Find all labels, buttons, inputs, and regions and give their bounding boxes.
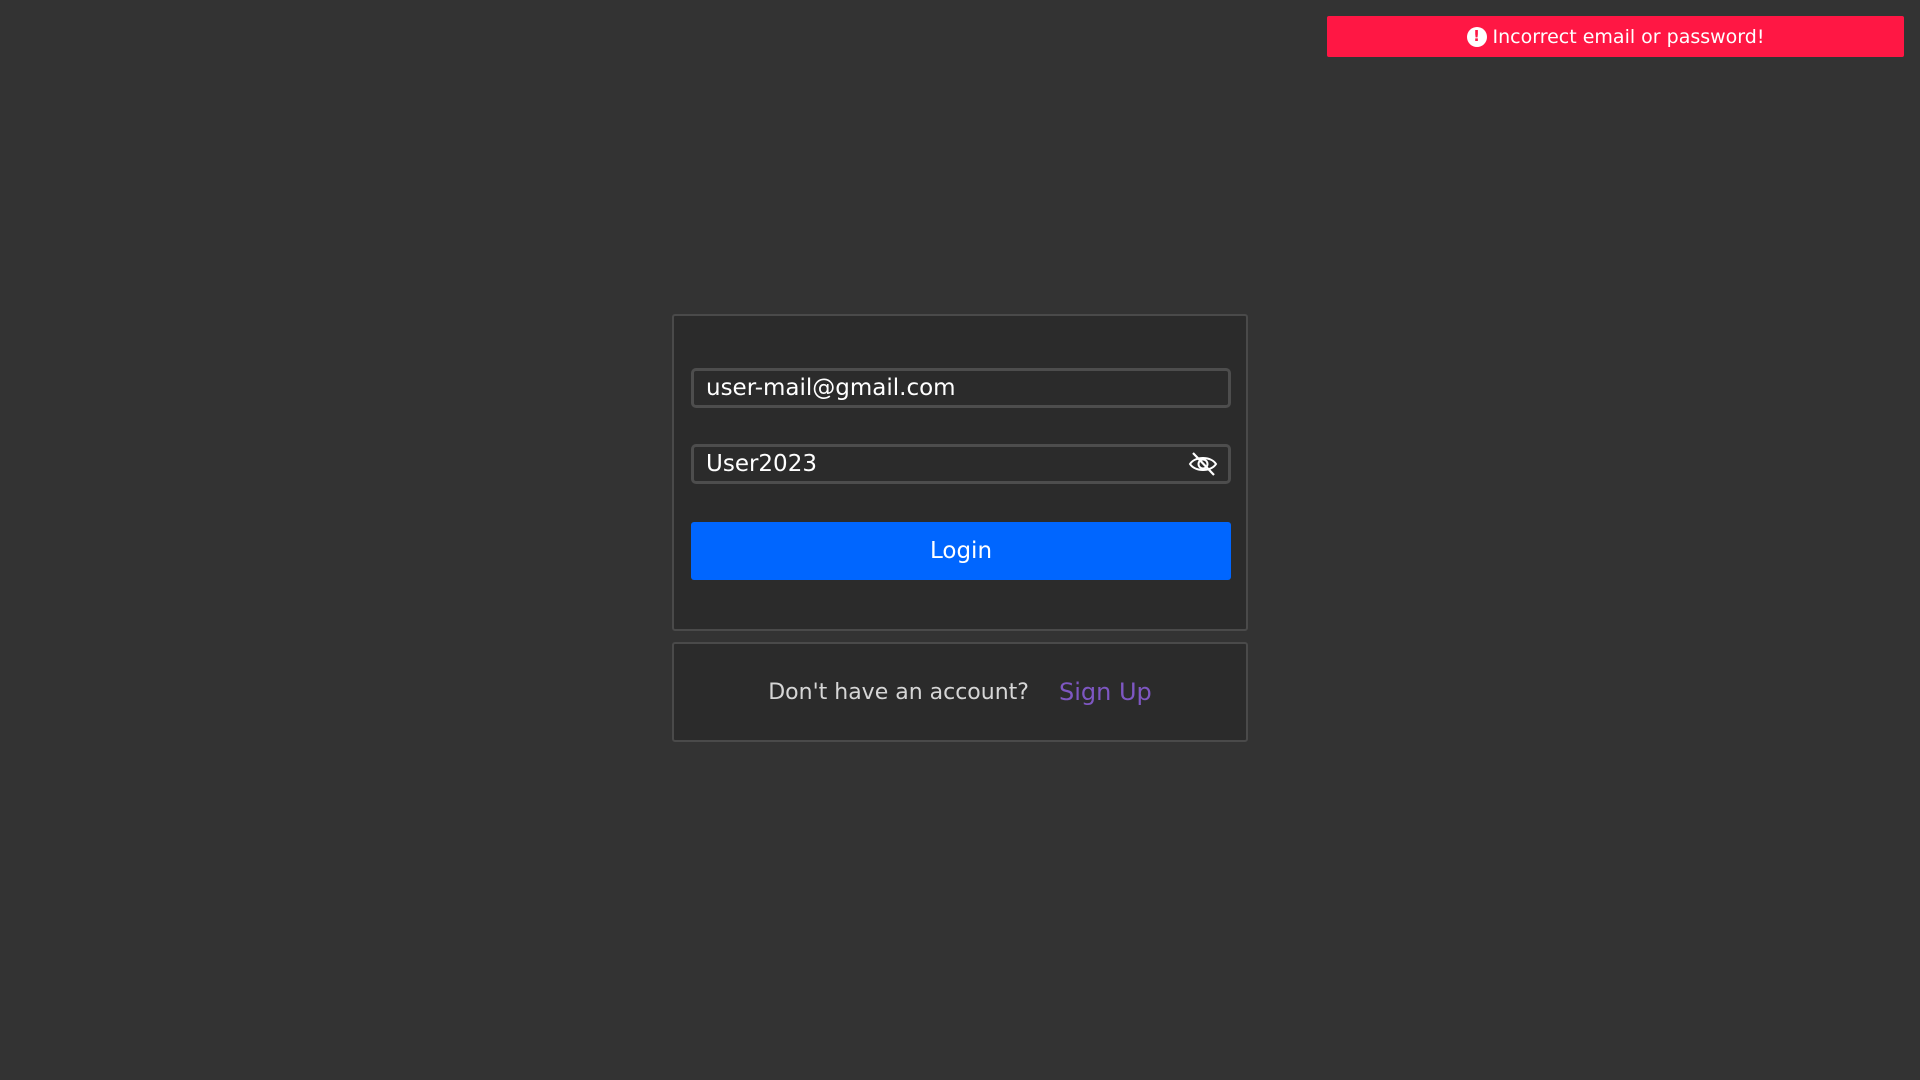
error-toast: ! Incorrect email or password!	[1327, 16, 1904, 57]
signup-card: Don't have an account? Sign Up	[672, 642, 1248, 742]
login-card: Login	[672, 314, 1248, 631]
eye-slash-icon[interactable]	[1186, 450, 1220, 478]
login-button[interactable]: Login	[691, 522, 1231, 580]
alert-circle-icon: !	[1466, 26, 1487, 47]
password-field-wrapper	[691, 444, 1231, 484]
password-field[interactable]	[694, 447, 1228, 481]
login-page: ! Incorrect email or password! Login Don…	[0, 0, 1920, 1080]
email-field[interactable]	[694, 371, 1228, 405]
signup-prompt: Don't have an account?	[768, 679, 1029, 705]
signup-link[interactable]: Sign Up	[1059, 678, 1152, 706]
error-toast-message: Incorrect email or password!	[1492, 25, 1765, 48]
email-field-wrapper	[691, 368, 1231, 408]
